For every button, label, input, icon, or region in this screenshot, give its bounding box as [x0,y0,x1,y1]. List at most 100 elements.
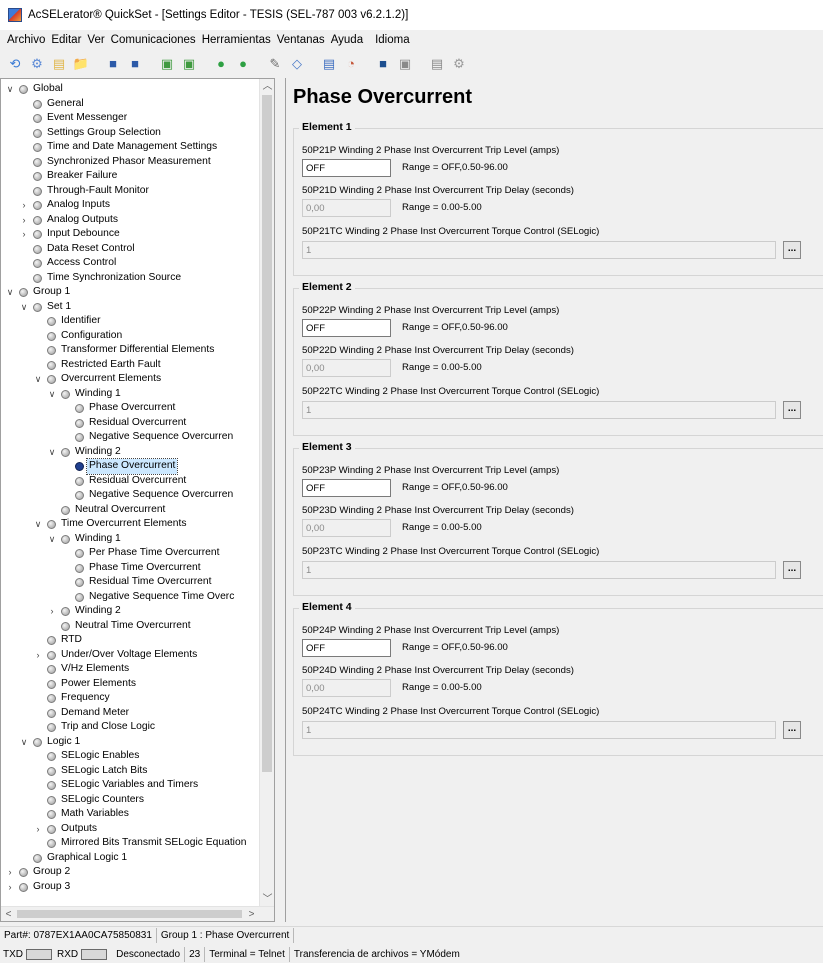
collapse-chevron-icon[interactable]: ∨ [33,517,43,532]
tree-item[interactable]: Residual Time Overcurrent [1,575,261,590]
tree-item[interactable]: Negative Sequence Time Overc [1,590,261,605]
torque-control-input[interactable] [302,241,776,259]
tree-item[interactable]: Mirrored Bits Transmit SELogic Equation [1,836,261,851]
abc-icon[interactable]: ✎ [267,55,283,71]
tree-item[interactable]: Event Messenger [1,111,261,126]
menu-ver[interactable]: Ver [84,34,107,46]
tree-item[interactable]: ∨ Winding 1 [1,387,261,402]
tree-item[interactable]: › Under/Over Voltage Elements [1,648,261,663]
green-circle-icon[interactable]: ● [213,55,229,71]
trip-delay-input[interactable] [302,519,391,537]
trip-level-input[interactable] [302,479,391,497]
selogic-editor-button[interactable]: ... [783,561,801,579]
tree-item[interactable]: ∨ Set 1 [1,300,261,315]
tree-item[interactable]: ∨ Overcurrent Elements [1,372,261,387]
tree-item[interactable]: Time and Date Management Settings [1,140,261,155]
expand-chevron-icon[interactable]: › [33,648,43,663]
tree-item[interactable]: ∨ Global [1,82,261,97]
trip-delay-input[interactable] [302,199,391,217]
tree-item[interactable]: Data Reset Control [1,242,261,257]
menu-ayuda[interactable]: Ayuda [328,34,366,46]
tree-item[interactable]: › Input Debounce [1,227,261,242]
trip-level-input[interactable] [302,159,391,177]
tree-item[interactable]: › Analog Outputs [1,213,261,228]
tree-item[interactable]: Through-Fault Monitor [1,184,261,199]
tree-item[interactable]: SELogic Latch Bits [1,764,261,779]
scroll-thumb-horizontal[interactable] [17,910,242,918]
tree-item[interactable]: Trip and Close Logic [1,720,261,735]
expand-chevron-icon[interactable]: › [33,822,43,837]
tree-item[interactable]: Phase Overcurrent [1,401,261,416]
tree-item[interactable]: Demand Meter [1,706,261,721]
scroll-up-arrow-icon[interactable]: ︿ [260,79,274,94]
tree-item[interactable]: ∨ Time Overcurrent Elements [1,517,261,532]
collapse-chevron-icon[interactable]: ∨ [5,82,15,97]
green-arrow-icon[interactable]: ● [235,55,251,71]
save-as-icon[interactable]: ■ [127,55,143,71]
settings-icon[interactable]: ⚙ [29,55,45,71]
tree-item[interactable]: Transformer Differential Elements [1,343,261,358]
trip-level-input[interactable] [302,639,391,657]
expand-chevron-icon[interactable]: › [19,198,29,213]
tree-item[interactable]: Negative Sequence Overcurren [1,488,261,503]
menu-archivo[interactable]: Archivo [4,34,48,46]
trip-level-input[interactable] [302,319,391,337]
expand-chevron-icon[interactable]: › [47,604,57,619]
tree-item[interactable]: Breaker Failure [1,169,261,184]
tree-item[interactable]: Residual Overcurrent [1,416,261,431]
tree-item[interactable]: Graphical Logic 1 [1,851,261,866]
trip-delay-input[interactable] [302,359,391,377]
scroll-left-arrow-icon[interactable]: < [1,907,16,921]
collapse-chevron-icon[interactable]: ∨ [47,445,57,460]
selogic-editor-button[interactable]: ... [783,721,801,739]
print-icon[interactable]: ▤ [429,55,445,71]
menu-editar[interactable]: Editar [48,34,84,46]
expand-chevron-icon[interactable]: › [19,227,29,242]
expand-chevron-icon[interactable]: › [19,213,29,228]
tree-item[interactable]: › Group 2 [1,865,261,880]
tree-item[interactable]: Power Elements [1,677,261,692]
tree-item[interactable]: V/Hz Elements [1,662,261,677]
tree-item[interactable]: Configuration [1,329,261,344]
menu-herramientas[interactable]: Herramientas [199,34,274,46]
collapse-chevron-icon[interactable]: ∨ [33,372,43,387]
tree-item[interactable]: › Analog Inputs [1,198,261,213]
menu-idioma[interactable]: Idioma [372,34,413,46]
read-icon[interactable]: ▣ [159,55,175,71]
tree-item[interactable]: ∨ Group 1 [1,285,261,300]
tree-item[interactable]: Access Control [1,256,261,271]
tree-item[interactable]: › Group 3 [1,880,261,895]
torque-control-input[interactable] [302,401,776,419]
torque-control-input[interactable] [302,721,776,739]
tree-item[interactable]: ∨ Winding 1 [1,532,261,547]
menu-ventanas[interactable]: Ventanas [274,34,328,46]
expand-chevron-icon[interactable]: › [5,865,15,880]
selogic-editor-button[interactable]: ... [783,241,801,259]
tree-item[interactable]: Per Phase Time Overcurrent [1,546,261,561]
tree-item[interactable]: General [1,97,261,112]
new-file-icon[interactable]: ▤ [51,55,67,71]
tree-horizontal-scrollbar[interactable]: < > [1,906,274,921]
expand-chevron-icon[interactable]: › [5,880,15,895]
tree-item[interactable]: Phase Overcurrent [1,458,261,475]
tree-item[interactable]: SELogic Variables and Timers [1,778,261,793]
terminal-icon[interactable]: ■ [375,55,391,71]
trip-delay-input[interactable] [302,679,391,697]
save-icon[interactable]: ■ [105,55,121,71]
scroll-thumb[interactable] [262,95,272,772]
tree-item[interactable]: Neutral Time Overcurrent [1,619,261,634]
connect-icon[interactable]: ⟲ [7,55,23,71]
collapse-chevron-icon[interactable]: ∨ [19,300,29,315]
torque-control-input[interactable] [302,561,776,579]
selogic-editor-button[interactable]: ... [783,401,801,419]
collapse-chevron-icon[interactable]: ∨ [5,285,15,300]
tree-item[interactable]: SELogic Enables [1,749,261,764]
tree-item[interactable]: › Outputs [1,822,261,837]
tree-item[interactable]: Settings Group Selection [1,126,261,141]
tree-item[interactable]: Negative Sequence Overcurren [1,430,261,445]
settings-driver-icon[interactable]: ▤ [321,55,337,71]
collapse-chevron-icon[interactable]: ∨ [47,532,57,547]
tree-item[interactable]: Math Variables [1,807,261,822]
hmi-icon[interactable]: ◇ [289,55,305,71]
compare-icon[interactable]: ▣ [397,55,413,71]
